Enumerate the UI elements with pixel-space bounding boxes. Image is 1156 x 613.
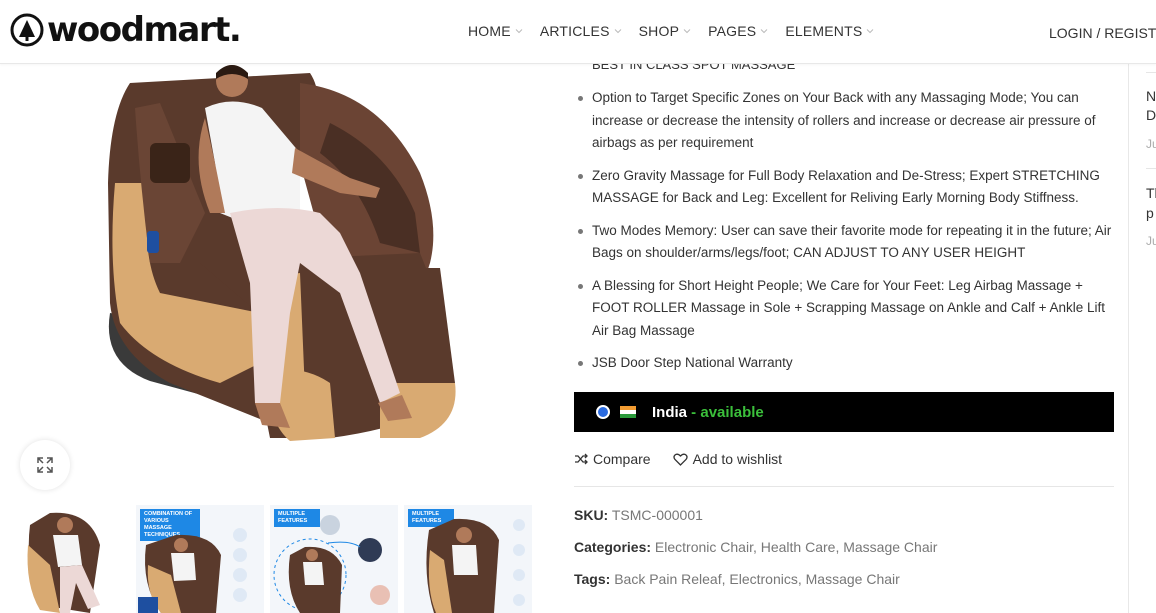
sidebar-divider (1128, 63, 1129, 613)
shuffle-icon (575, 453, 588, 465)
main-nav: HOME ARTICLES SHOP PAGES ELEMENTS (468, 23, 891, 39)
add-to-wishlist-button[interactable]: Add to wishlist (672, 451, 783, 467)
categories-label: Categories: (574, 539, 652, 555)
category-link[interactable]: Health Care (761, 539, 836, 555)
sku-value: TSMC-000001 (611, 507, 703, 523)
compare-button[interactable]: Compare (574, 451, 651, 467)
wishlist-label: Add to wishlist (692, 451, 783, 467)
nav-label: SHOP (638, 23, 680, 39)
tag-link[interactable]: Massage Chair (806, 571, 900, 587)
nav-pages[interactable]: PAGES (708, 23, 768, 39)
thumb-chair-image (138, 528, 247, 613)
feature-item: JSB Door Step National Warranty (574, 352, 1114, 375)
product-tags: Tags: Back Pain Releaf, Electronics, Mas… (574, 571, 900, 587)
category-link[interactable]: Electronic Chair (655, 539, 753, 555)
sidebar-post-date: Ju (1146, 137, 1156, 151)
compare-label: Compare (593, 451, 651, 467)
nav-articles[interactable]: ARTICLES (540, 23, 622, 39)
sidebar-post-title[interactable]: p (1146, 205, 1154, 221)
india-flag-icon (620, 406, 636, 418)
feature-list: Option to Target Specific Zones on Your … (574, 87, 1114, 385)
divider (574, 486, 1114, 487)
tag-link[interactable]: Back Pain Releaf (614, 571, 721, 587)
availability-separator: - (687, 403, 701, 421)
sidebar-separator (1146, 72, 1156, 73)
product-sku: SKU: TSMC-000001 (574, 507, 703, 523)
feature-item: Zero Gravity Massage for Full Body Relax… (574, 165, 1114, 210)
nav-label: ARTICLES (539, 23, 610, 39)
site-header: woodmart. HOME ARTICLES SHOP PAGES ELEME… (0, 0, 1156, 64)
radio-selected-icon[interactable] (596, 405, 610, 419)
logo-icon (10, 13, 44, 47)
chevron-down-icon (760, 29, 768, 34)
thumbnail-1[interactable] (20, 505, 130, 613)
login-register-link[interactable]: LOGIN / REGISTER (1049, 25, 1156, 41)
chevron-down-icon (614, 29, 621, 34)
nav-shop[interactable]: SHOP (639, 23, 691, 39)
thumb-chair-image (27, 512, 100, 613)
sidebar-post-title[interactable]: D (1146, 107, 1156, 123)
feature-item: Two Modes Memory: User can save their fa… (574, 220, 1114, 265)
feature-item: Option to Target Specific Zones on Your … (574, 87, 1114, 155)
availability-status: available (700, 403, 764, 421)
sidebar-separator (1146, 168, 1156, 169)
product-categories: Categories: Electronic Chair, Health Car… (574, 539, 938, 555)
product-thumbnails: COMBINATION OF VARIOUS MASSAGE TECHNIQUE… (20, 505, 550, 613)
chevron-down-icon (683, 29, 691, 34)
sku-label: SKU: (574, 507, 609, 523)
availability-bar: India - available (574, 392, 1114, 432)
availability-country: India (652, 403, 688, 421)
product-actions: Compare Add to wishlist (574, 451, 804, 467)
product-details: BEST IN CLASS SPOT MASSAGE Option to Tar… (574, 57, 1116, 613)
thumbnail-3[interactable]: MULTIPLE FEATURES (270, 505, 398, 613)
thumb-chair-image (426, 518, 525, 613)
nav-elements[interactable]: ELEMENTS (785, 23, 874, 39)
heart-icon (672, 453, 688, 466)
nav-home[interactable]: HOME (468, 23, 523, 39)
zoom-button[interactable] (20, 440, 70, 490)
logo-text: woodmart. (47, 10, 242, 50)
sidebar-post-title[interactable]: Th (1146, 185, 1156, 201)
massage-chair-image (108, 65, 456, 441)
thumbnail-4[interactable]: MULTIPLE FEATURES (404, 505, 532, 613)
category-link[interactable]: Massage Chair (843, 539, 937, 555)
nav-label: ELEMENTS (785, 23, 863, 39)
sidebar-post-title[interactable]: N (1146, 88, 1156, 104)
chevron-down-icon (515, 29, 523, 34)
site-logo[interactable]: woodmart. (10, 10, 242, 50)
expand-icon (37, 457, 53, 473)
thumb-chair-image (273, 515, 390, 613)
sidebar-post-date: Ju (1146, 234, 1156, 248)
chevron-down-icon (867, 29, 874, 34)
product-main-image[interactable] (0, 63, 560, 493)
thumbnail-2[interactable]: COMBINATION OF VARIOUS MASSAGE TECHNIQUE… (136, 505, 264, 613)
tags-label: Tags: (574, 571, 611, 587)
tag-link[interactable]: Electronics (729, 571, 797, 587)
nav-label: HOME (468, 23, 511, 39)
nav-label: PAGES (708, 23, 757, 39)
feature-item: A Blessing for Short Height People; We C… (574, 275, 1114, 343)
